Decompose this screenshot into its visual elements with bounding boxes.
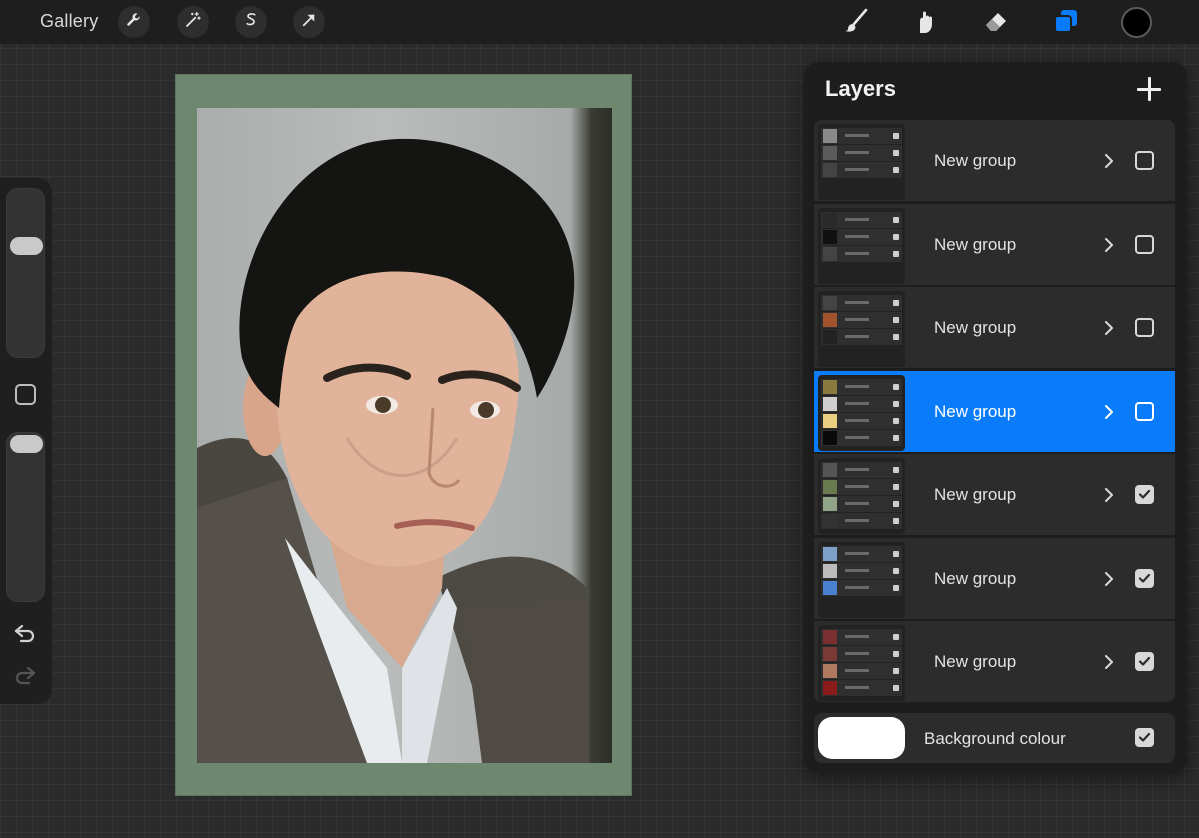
undo-button[interactable] [12,624,38,646]
undo-icon [13,623,37,648]
layer-group-thumbnail [818,124,905,200]
layer-group-row[interactable]: New group [814,370,1175,453]
wrench-icon [125,11,143,34]
layer-visibility-checkbox[interactable] [1135,485,1154,504]
layer-group-name: New group [934,318,1017,337]
layer-visibility-checkbox[interactable] [1135,234,1154,254]
opacity-slider[interactable] [6,432,45,602]
layer-group-name: New group [934,234,1017,254]
layer-group-row[interactable]: New group [814,203,1175,286]
layer-group-row[interactable]: New group [814,621,1175,703]
top-toolbar: Gallery [0,0,1199,44]
layer-group-name: New group [934,652,1017,671]
background-colour-row[interactable]: Background colour [814,713,1175,763]
left-sidebar [0,178,52,704]
checkmark-icon [1138,573,1151,583]
layer-group-thumbnail [818,458,905,534]
checkmark-icon [1138,732,1151,742]
layer-group-row[interactable]: New group [814,537,1175,620]
layers-icon [1052,7,1080,40]
redo-icon [13,665,37,690]
redo-button[interactable] [12,666,38,688]
layer-visibility-checkbox[interactable] [1135,401,1154,421]
layer-visibility-checkbox[interactable] [1135,568,1154,588]
background-visibility-checkbox[interactable] [1135,728,1154,747]
selection-icon [242,11,260,34]
actions-button[interactable] [118,6,150,38]
background-colour-swatch[interactable] [818,717,905,759]
artwork-canvas[interactable] [175,74,632,796]
brush-icon [842,7,870,40]
modify-button[interactable] [15,384,36,405]
gallery-button[interactable]: Gallery [40,11,98,32]
layers-panel: Layers New group New group New group New gr… [804,62,1187,773]
eraser-icon [982,7,1010,40]
chevron-right-icon[interactable] [1103,655,1115,669]
layers-panel-title: Layers [825,76,896,101]
layer-group-name: New group [934,568,1017,588]
layer-group-thumbnail [818,625,905,701]
smudge-icon [911,7,939,40]
chevron-right-icon[interactable] [1103,404,1115,419]
chevron-right-icon[interactable] [1103,154,1115,168]
color-picker-button[interactable] [1121,7,1152,38]
chevron-right-icon[interactable] [1103,571,1115,586]
opacity-thumb[interactable] [10,435,43,453]
chevron-right-icon[interactable] [1103,488,1115,502]
adjustments-button[interactable] [177,6,209,38]
transform-button[interactable] [293,6,325,38]
layer-group-name: New group [934,485,1017,504]
background-colour-label: Background colour [924,729,1066,748]
smudge-tool-button[interactable] [908,6,942,40]
portrait-photo [197,108,612,763]
selection-button[interactable] [235,6,267,38]
checkmark-icon [1138,656,1151,666]
layer-group-row[interactable]: New group [814,454,1175,536]
chevron-right-icon[interactable] [1103,237,1115,252]
checkmark-icon [1138,489,1151,499]
add-layer-button[interactable] [1136,76,1162,102]
eraser-tool-button[interactable] [979,6,1013,40]
layer-visibility-checkbox[interactable] [1135,318,1154,337]
brush-tool-button[interactable] [839,6,873,40]
brush-size-slider[interactable] [6,188,45,358]
layer-group-row[interactable]: New group [814,120,1175,202]
layer-visibility-checkbox[interactable] [1135,652,1154,671]
layer-group-thumbnail [818,291,905,367]
layers-tool-button[interactable] [1049,6,1083,40]
magic-wand-icon [184,11,202,34]
transform-arrow-icon [300,11,318,34]
chevron-right-icon[interactable] [1103,321,1115,335]
layer-group-name: New group [934,401,1017,421]
layer-group-row[interactable]: New group [814,287,1175,369]
layer-visibility-checkbox[interactable] [1135,151,1154,170]
layer-group-thumbnail [818,374,905,451]
layer-group-thumbnail [818,541,905,618]
layer-group-thumbnail [818,207,905,284]
layer-group-name: New group [934,151,1017,170]
brush-size-thumb[interactable] [10,237,43,255]
